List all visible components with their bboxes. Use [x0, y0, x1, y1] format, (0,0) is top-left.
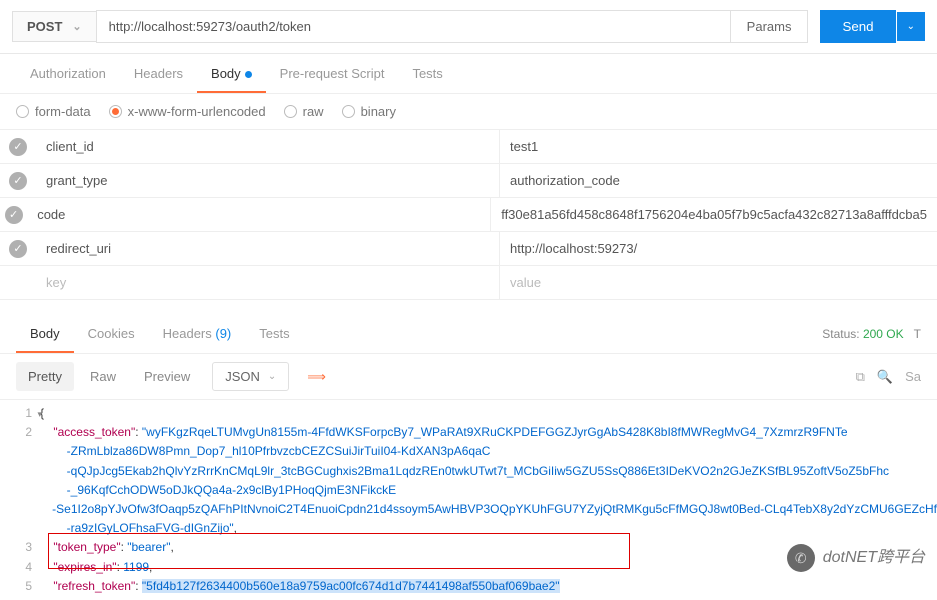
- search-icon[interactable]: 🔍: [877, 369, 893, 385]
- param-value[interactable]: test1: [500, 130, 937, 163]
- params-button[interactable]: Params: [731, 10, 809, 43]
- tab-prerequest[interactable]: Pre-request Script: [266, 54, 399, 93]
- fold-icon[interactable]: ▾: [37, 407, 42, 421]
- resp-tab-cookies[interactable]: Cookies: [74, 314, 149, 353]
- view-pretty[interactable]: Pretty: [16, 362, 74, 391]
- param-value[interactable]: http://localhost:59273/: [500, 232, 937, 265]
- request-bar: POST ⌄ http://localhost:59273/oauth2/tok…: [0, 0, 937, 54]
- radio-binary[interactable]: binary: [342, 104, 396, 119]
- chevron-down-icon: ⌄: [72, 20, 81, 33]
- wrap-icon[interactable]: ⟹: [301, 363, 332, 391]
- chevron-down-icon: ⌄: [268, 371, 276, 382]
- tab-tests[interactable]: Tests: [398, 54, 456, 93]
- param-key-placeholder[interactable]: key: [36, 266, 500, 299]
- radio-icon: [342, 105, 355, 118]
- dot-indicator: [245, 71, 252, 78]
- param-key[interactable]: code: [27, 198, 491, 231]
- resp-tab-body[interactable]: Body: [16, 314, 74, 353]
- status-area: Status: 200 OK T: [822, 327, 921, 341]
- watermark: ✆ dotNET跨平台: [787, 544, 925, 572]
- status-code: 200 OK: [863, 327, 904, 341]
- param-key[interactable]: redirect_uri: [36, 232, 500, 265]
- param-value[interactable]: ff30e81a56fd458c8648f1756204e4ba05f7b9c5…: [491, 198, 937, 231]
- table-row-empty[interactable]: keyvalue: [0, 266, 937, 300]
- param-key[interactable]: grant_type: [36, 164, 500, 197]
- radio-xwww[interactable]: x-www-form-urlencoded: [109, 104, 266, 119]
- url-input[interactable]: http://localhost:59273/oauth2/token: [96, 10, 731, 43]
- view-raw[interactable]: Raw: [78, 362, 128, 391]
- check-icon[interactable]: ✓: [9, 138, 27, 156]
- params-table: ✓ client_idtest1 ✓ grant_typeauthorization…: [0, 130, 937, 300]
- editor-actions: ⧉ 🔍 Sa: [856, 369, 921, 385]
- request-tabs: Authorization Headers Body Pre-request S…: [0, 54, 937, 94]
- radio-icon: [284, 105, 297, 118]
- tab-authorization[interactable]: Authorization: [16, 54, 120, 93]
- param-key[interactable]: client_id: [36, 130, 500, 163]
- response-tabs: Body Cookies Headers (9) Tests Status: 2…: [0, 314, 937, 354]
- body-type-row: form-data x-www-form-urlencoded raw bina…: [0, 94, 937, 130]
- check-icon[interactable]: ✓: [5, 206, 23, 224]
- response-editor[interactable]: 1▾{ 2 "access_token": "wyFKgzRqeLTUMvgUn…: [0, 400, 937, 600]
- tab-body[interactable]: Body: [197, 54, 266, 93]
- send-dropdown[interactable]: ⌄: [897, 12, 925, 41]
- view-bar: Pretty Raw Preview JSON⌄ ⟹ ⧉ 🔍 Sa: [0, 354, 937, 400]
- radio-formdata[interactable]: form-data: [16, 104, 91, 119]
- table-row[interactable]: ✓ client_idtest1: [0, 130, 937, 164]
- copy-icon[interactable]: ⧉: [856, 369, 865, 385]
- table-row[interactable]: ✓ grant_typeauthorization_code: [0, 164, 937, 198]
- view-preview[interactable]: Preview: [132, 362, 202, 391]
- param-value[interactable]: authorization_code: [500, 164, 937, 197]
- method-label: POST: [27, 19, 62, 34]
- resp-tab-headers[interactable]: Headers (9): [149, 314, 246, 353]
- radio-raw[interactable]: raw: [284, 104, 324, 119]
- send-button[interactable]: Send: [820, 10, 895, 43]
- save-text[interactable]: Sa: [905, 369, 921, 385]
- resp-tab-tests[interactable]: Tests: [245, 314, 303, 353]
- radio-icon: [16, 105, 29, 118]
- format-select[interactable]: JSON⌄: [212, 362, 289, 391]
- check-icon[interactable]: ✓: [9, 172, 27, 190]
- wechat-icon: ✆: [787, 544, 815, 572]
- param-value-placeholder[interactable]: value: [500, 266, 937, 299]
- check-icon[interactable]: ✓: [9, 240, 27, 258]
- table-row[interactable]: ✓codeff30e81a56fd458c8648f1756204e4ba05f…: [0, 198, 937, 232]
- tab-headers[interactable]: Headers: [120, 54, 197, 93]
- table-row[interactable]: ✓ redirect_urihttp://localhost:59273/: [0, 232, 937, 266]
- radio-icon: [109, 105, 122, 118]
- method-select[interactable]: POST ⌄: [12, 11, 96, 42]
